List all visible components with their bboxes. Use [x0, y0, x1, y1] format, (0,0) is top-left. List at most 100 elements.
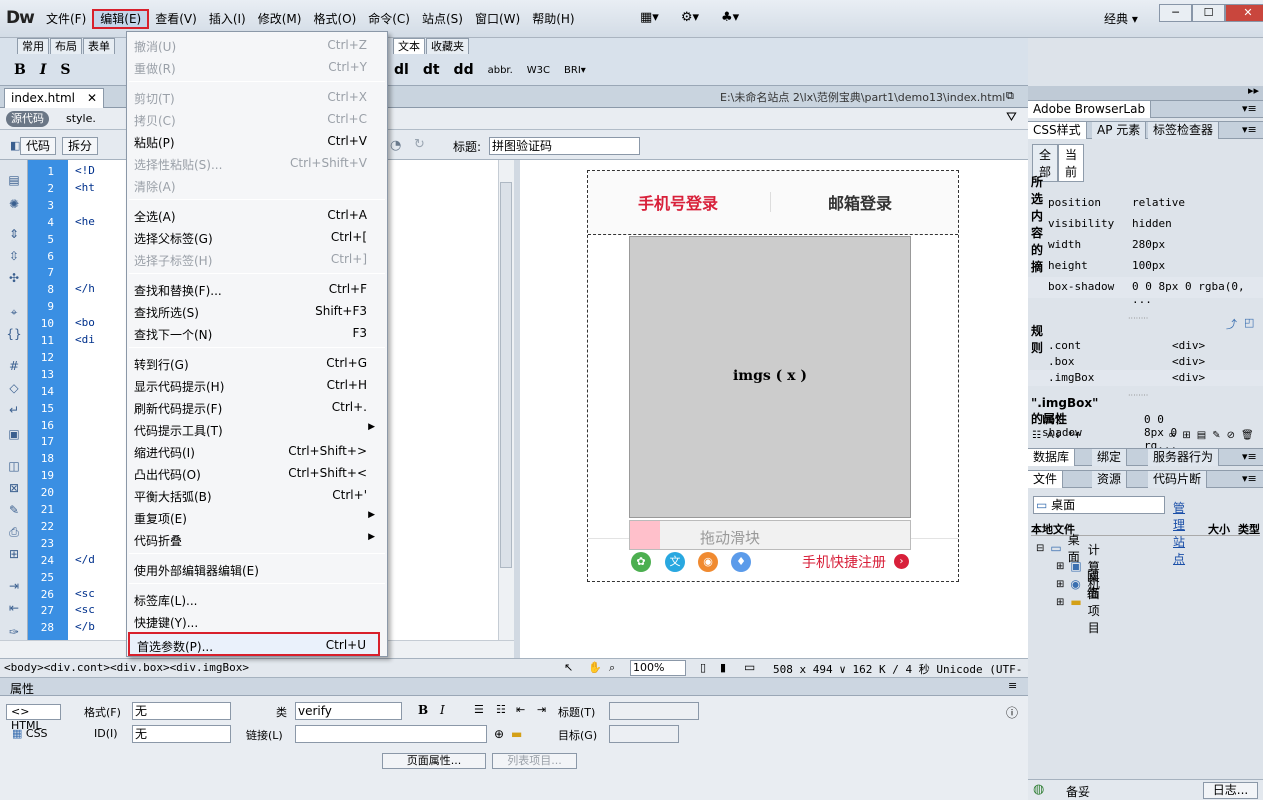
hand-tool-icon[interactable]: ✋: [588, 661, 602, 674]
insert-right-4-button[interactable]: W3C: [527, 65, 550, 76]
syntax-error-icon[interactable]: ▣: [6, 426, 22, 442]
local-files-column[interactable]: 本地文件: [1031, 521, 1208, 537]
type-column[interactable]: 类型: [1238, 521, 1260, 537]
edit-menu-item-5[interactable]: 粘贴(P) Ctrl+V: [127, 130, 387, 152]
menu-8[interactable]: 窗口(W): [469, 9, 526, 29]
email-login-tab[interactable]: 邮箱登录: [828, 190, 892, 214]
alpha-view-icon[interactable]: A↓: [1047, 430, 1062, 441]
panels-db-tabs-menu-icon[interactable]: ▾≡: [1242, 450, 1257, 463]
pencil-icon[interactable]: ✎: [1212, 430, 1220, 441]
italic-button[interactable]: I: [440, 703, 445, 717]
site-select[interactable]: ▭ 桌面: [1033, 496, 1165, 514]
expand-all-icon[interactable]: ✣: [6, 270, 22, 286]
minimize-icon[interactable]: ─: [1159, 4, 1192, 22]
open-docs-icon[interactable]: ▤: [6, 172, 22, 188]
panels-file-tabs-menu-icon[interactable]: ▾≡: [1242, 472, 1257, 485]
pane-grip-icon-2[interactable]: ········: [1128, 391, 1148, 400]
trash-icon[interactable]: 🗑: [1241, 430, 1254, 441]
edit-menu-item-22[interactable]: 凸出代码(O) Ctrl+Shift+<: [127, 462, 387, 484]
collapse-panels-icon[interactable]: ▸▸: [1248, 84, 1259, 97]
outdent-icon[interactable]: ⇤: [516, 703, 525, 716]
word-wrap-icon[interactable]: ↵: [6, 402, 22, 418]
balance-braces-icon[interactable]: {}: [6, 326, 22, 342]
document-tab[interactable]: index.html ✕: [4, 88, 105, 108]
insert-bold-button[interactable]: B: [14, 62, 26, 78]
insert-tab-right-0[interactable]: 文本: [393, 38, 425, 54]
edit-menu-item-10[interactable]: 选择父标签(G) Ctrl+[: [127, 226, 387, 248]
summary-row[interactable]: visibility hidden: [1028, 214, 1263, 235]
rule-row[interactable]: .imgBox <div>: [1028, 370, 1263, 386]
zoom-select[interactable]: 100%: [630, 660, 686, 676]
panels-db-tabs-tab-2[interactable]: 服务器行为: [1148, 449, 1220, 466]
insert-tab-0[interactable]: 常用: [17, 38, 49, 54]
insert-italic-button[interactable]: I: [40, 62, 47, 78]
page-properties-button[interactable]: 页面属性...: [382, 753, 486, 769]
edit-menu-item-6[interactable]: 选择性粘贴(S)... Ctrl+Shift+V: [127, 152, 387, 174]
edit-menu-item-30[interactable]: 快捷键(Y)...: [127, 610, 387, 632]
apply-comment-icon[interactable]: ◫: [6, 458, 22, 474]
gear-icon[interactable]: ✺: [6, 196, 22, 212]
desktop-size-icon[interactable]: ▭: [744, 660, 755, 674]
help-icon[interactable]: ⓘ: [1006, 704, 1018, 721]
edit-menu-item-3[interactable]: 剪切(T) Ctrl+X: [127, 86, 387, 108]
mobile-size-icon[interactable]: ▯: [700, 661, 706, 674]
edit-rule-icon[interactable]: ▤: [1197, 430, 1206, 441]
phone-login-tab[interactable]: 手机号登录: [638, 190, 718, 214]
summary-row[interactable]: width 280px: [1028, 235, 1263, 256]
attach-style-icon[interactable]: ∞: [1168, 430, 1176, 441]
edit-menu-item-7[interactable]: 清除(A): [127, 174, 387, 196]
edit-menu-item-23[interactable]: 平衡大括弧(B) Ctrl+': [127, 484, 387, 506]
pointer-tool-icon[interactable]: ↖: [564, 661, 573, 674]
menu-9[interactable]: 帮助(H): [526, 9, 580, 29]
menu-5[interactable]: 格式(O): [307, 9, 362, 29]
edit-menu-item-13[interactable]: 查找和替换(F)... Ctrl+F: [127, 278, 387, 300]
indent-icon[interactable]: ⇥: [537, 703, 546, 716]
rule-row[interactable]: .cont <div>: [1028, 338, 1263, 354]
id-select[interactable]: 无: [132, 725, 231, 743]
edit-menu-item-4[interactable]: 拷贝(C) Ctrl+C: [127, 108, 387, 130]
menu-3[interactable]: 插入(I): [203, 9, 252, 29]
wrap-tag-icon[interactable]: ✎: [6, 502, 22, 518]
split-view-button[interactable]: 拆分: [62, 137, 99, 155]
category-view-icon[interactable]: ☷: [1032, 430, 1041, 441]
edit-menu-item-27[interactable]: 使用外部编辑器编辑(E): [127, 558, 387, 580]
insert-right-5-button[interactable]: BRI▾: [564, 65, 586, 76]
weibo-icon[interactable]: ◉: [698, 552, 718, 572]
remove-comment-icon[interactable]: ⊠: [6, 480, 22, 496]
class-select[interactable]: verify: [295, 702, 402, 720]
line-numbers-icon[interactable]: #: [6, 358, 22, 374]
tablet-size-icon[interactable]: ▮: [720, 661, 726, 674]
edit-menu-item-19[interactable]: 刷新代码提示(F) Ctrl+.: [127, 396, 387, 418]
filter-icon[interactable]: ⛛: [1006, 110, 1017, 125]
new-rule-icon[interactable]: ⊞: [1182, 430, 1190, 441]
size-column[interactable]: 大小: [1208, 521, 1238, 537]
panels-file-tabs-tab-0[interactable]: 文件: [1028, 471, 1064, 488]
slider-thumb[interactable]: [630, 521, 660, 549]
qq-icon[interactable]: 文: [665, 552, 685, 572]
bold-button[interactable]: B: [418, 703, 428, 717]
edit-menu-item-17[interactable]: 转到行(G) Ctrl+G: [127, 352, 387, 374]
tree-item[interactable]: ⊟ ▭ 桌面: [1036, 533, 1080, 564]
menu-1[interactable]: 编辑(E): [92, 9, 150, 29]
edit-menu-item-15[interactable]: 查找下一个(N) F3: [127, 322, 387, 344]
highlight-invalid-icon[interactable]: ◇: [6, 380, 22, 396]
panels-css-tabs-tab-1[interactable]: AP 元素: [1092, 122, 1147, 139]
wechat-icon[interactable]: ✿: [631, 552, 651, 572]
insert-strong-button[interactable]: S: [60, 62, 70, 78]
css-mode-button[interactable]: ▦ CSS: [12, 727, 48, 740]
code-view-icon[interactable]: ◧: [10, 139, 20, 152]
chevron-right-icon[interactable]: ›: [894, 554, 909, 569]
edit-menu-item-0[interactable]: 撤消(U) Ctrl+Z: [127, 34, 387, 56]
panels-css-tabs-tab-2[interactable]: 标签检查器: [1148, 122, 1220, 139]
browserlab-tab[interactable]: Adobe BrowserLab: [1028, 101, 1152, 118]
preview-icon[interactable]: ◔: [390, 138, 401, 153]
refresh-icon[interactable]: ↻: [414, 137, 425, 152]
edit-menu-item-9[interactable]: 全选(A) Ctrl+A: [127, 204, 387, 226]
outdent-code-icon[interactable]: ⇤: [6, 600, 22, 616]
maximize-icon[interactable]: ☐: [1192, 4, 1225, 22]
restore-icon[interactable]: ⧉: [1006, 89, 1014, 103]
browserlab-menu-icon[interactable]: ▾≡: [1242, 102, 1257, 115]
panels-db-tabs-tab-1[interactable]: 绑定: [1092, 449, 1128, 466]
page-title-input[interactable]: 拼图验证码: [489, 137, 640, 155]
insert-right-3-button[interactable]: abbr.: [488, 65, 513, 76]
